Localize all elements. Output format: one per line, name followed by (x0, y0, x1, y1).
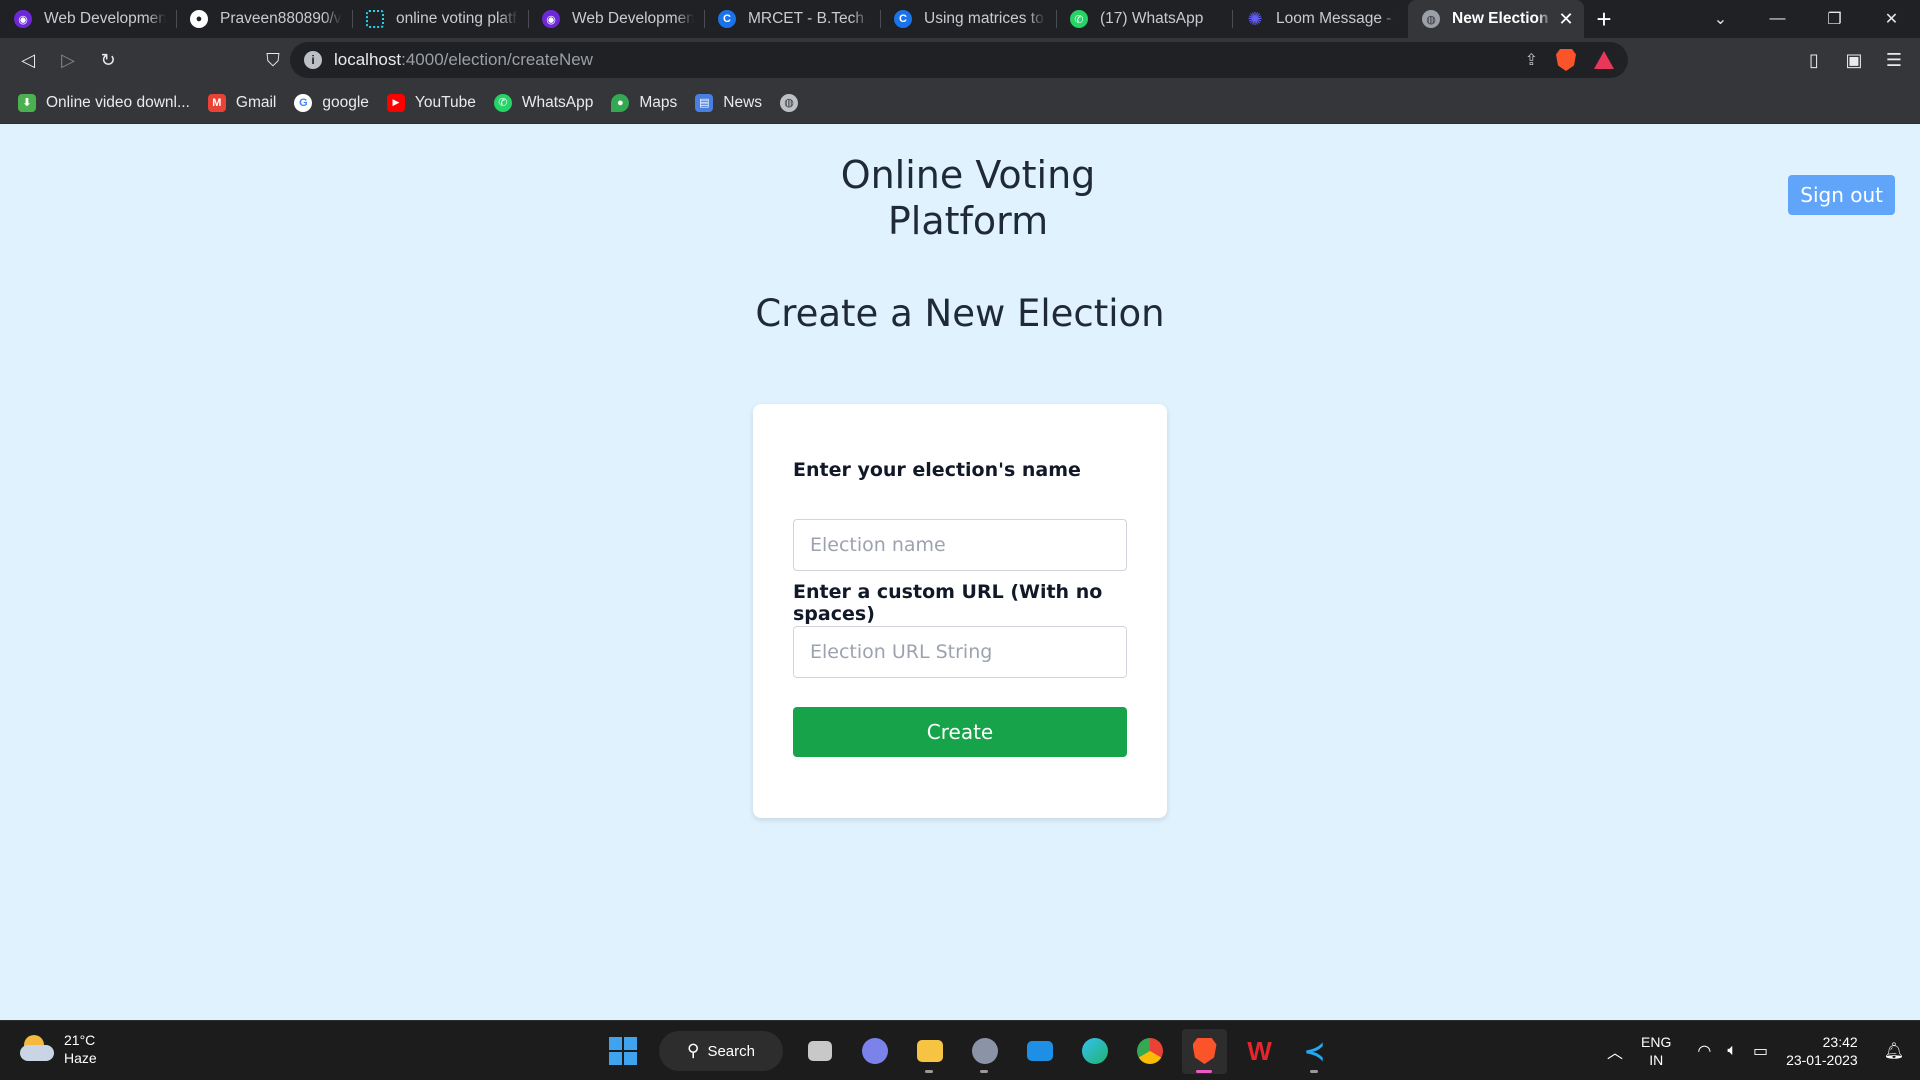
brave-browser-icon[interactable] (1182, 1028, 1227, 1074)
whatsapp-icon: ✆ (493, 93, 512, 112)
mail-icon[interactable] (1017, 1029, 1062, 1074)
vscode-icon[interactable]: ≺ (1292, 1029, 1337, 1074)
weather-condition: Haze (64, 1050, 97, 1066)
wallet-icon[interactable]: ▣ (1834, 38, 1874, 82)
page-content: Online Voting Platform Sign out Create a… (0, 124, 1920, 1020)
weather-haze-icon (20, 1035, 54, 1063)
news-icon: ▤ (695, 93, 714, 112)
bookmark-google[interactable]: Ggoogle (294, 93, 369, 112)
bookmark-gmail[interactable]: M Gmail (207, 93, 276, 112)
battery-icon[interactable]: ▭ (1753, 1041, 1768, 1061)
browser-tab[interactable]: ✺Loom Message - 23 (1232, 0, 1408, 38)
c-icon: C (718, 10, 736, 28)
start-button[interactable] (600, 1029, 645, 1074)
browser-tab[interactable]: online voting platfo (352, 0, 528, 38)
create-button[interactable]: Create (793, 707, 1127, 757)
bookmark-maps[interactable]: ● Maps (611, 93, 677, 112)
minimize-button[interactable]: — (1749, 0, 1806, 38)
reload-button[interactable]: ↻ (88, 38, 128, 82)
edge-browser-icon[interactable] (1072, 1029, 1117, 1074)
windows-taskbar: 21°C Haze ⚲ Search W ≺ ︿ ENG IN ◠ 🔈︎ ▭ 23… (0, 1020, 1920, 1080)
browser-tab[interactable]: ✆ (17) WhatsApp (1056, 0, 1232, 38)
browser-tab-active[interactable]: ◍ New Election ✕ (1408, 0, 1584, 38)
url-host: localhost (334, 50, 402, 69)
settings-gear-icon[interactable] (962, 1029, 1007, 1074)
taskbar-apps: ⚲ Search W ≺ (600, 1027, 1337, 1075)
wps-office-icon[interactable]: W (1237, 1029, 1282, 1074)
clock-time: 23:42 (1822, 1034, 1858, 1050)
new-tab-button[interactable]: + (1584, 0, 1624, 38)
chevron-up-icon[interactable]: ︿ (1607, 1039, 1623, 1063)
clock[interactable]: 23:42 23-01-2023 (1786, 1033, 1858, 1069)
browser-tab[interactable]: ◉ Web Development (528, 0, 704, 38)
tab-search-chevron-icon[interactable]: ⌄ (1692, 0, 1749, 38)
sign-out-button[interactable]: Sign out (1788, 175, 1895, 215)
clock-date: 23-01-2023 (1786, 1052, 1858, 1068)
gmail-icon: M (207, 93, 226, 112)
browser-tab[interactable]: CMRCET - B.Tech CSE (704, 0, 880, 38)
tab-list: ◉Web Development ●Praveen880890/voti onl… (0, 0, 1584, 38)
election-url-label: Enter a custom URL (With no spaces) (793, 581, 1103, 625)
browser-tab-strip: ◉Web Development ●Praveen880890/voti onl… (0, 0, 1920, 38)
bookmark-youtube[interactable]: ▶ YouTube (386, 93, 476, 112)
loom-icon: ✺ (1247, 8, 1263, 29)
maps-pin-icon: ● (611, 93, 630, 112)
back-button[interactable]: ◁ (8, 38, 48, 82)
url-path: :4000/election/createNew (401, 50, 593, 69)
c-icon: C (894, 10, 912, 28)
download-arrow-icon: ⬇ (18, 93, 36, 112)
menu-icon[interactable]: ☰ (1874, 38, 1914, 82)
browser-tab[interactable]: CUsing matrices to m (880, 0, 1056, 38)
wifi-icon[interactable]: ◠ (1697, 1041, 1711, 1061)
election-name-label: Enter your election's name (793, 459, 1081, 481)
create-election-form: Enter your election's name Enter a custo… (753, 404, 1167, 818)
brave-shields-icon[interactable] (1556, 49, 1576, 71)
address-bar[interactable]: i localhost:4000/election/createNew ⇪ (290, 42, 1628, 78)
weather-temperature: 21°C (64, 1032, 96, 1048)
taskbar-search[interactable]: ⚲ Search (659, 1031, 783, 1071)
bookmarks-bar: ⬇ Online video downl... M Gmail Ggoogle ▶ Y… (0, 82, 1920, 124)
close-tab-icon[interactable]: ✕ (1558, 9, 1574, 30)
task-view-icon[interactable] (797, 1029, 842, 1074)
bookmark-online-video[interactable]: ⬇ Online video downl... (18, 93, 190, 112)
bookmark-whatsapp[interactable]: ✆ WhatsApp (493, 93, 593, 112)
search-icon: ⚲ (687, 1041, 700, 1060)
close-window-button[interactable]: ✕ (1863, 0, 1920, 38)
bookmark-icon[interactable]: ⛉ (253, 38, 293, 82)
browser-tab[interactable]: ●Praveen880890/voti (176, 0, 352, 38)
restore-button[interactable]: ❐ (1806, 0, 1863, 38)
bookmark-news[interactable]: ▤ News (695, 93, 762, 112)
forward-button[interactable]: ▷ (48, 38, 88, 82)
teams-chat-icon[interactable] (852, 1029, 897, 1074)
system-tray: ︿ ENG IN ◠ 🔈︎ ▭ 23:42 23-01-2023 🔔︎ (1599, 1021, 1920, 1080)
chrome-icon[interactable] (1127, 1029, 1172, 1074)
file-explorer-icon[interactable] (907, 1029, 952, 1074)
site-info-icon[interactable]: i (304, 51, 322, 69)
codepen-icon: ◉ (14, 10, 32, 28)
replit-icon (366, 10, 384, 28)
election-name-input[interactable] (793, 519, 1127, 571)
bookmark-globe[interactable]: ◍ (780, 93, 799, 112)
page-heading: Create a New Election (755, 292, 1165, 335)
browser-toolbar: ◁ ▷ ↻ ⛉ i localhost:4000/election/create… (0, 38, 1920, 82)
google-icon: G (294, 93, 313, 112)
brave-rewards-icon[interactable] (1594, 51, 1614, 69)
globe-icon: ◍ (780, 93, 799, 112)
codepen-icon: ◉ (542, 10, 560, 28)
sidebar-icon[interactable]: ▯ (1794, 38, 1834, 82)
browser-tab[interactable]: ◉ Web Development (0, 0, 176, 38)
windows-logo-icon (608, 1037, 637, 1065)
whatsapp-icon: ✆ (1070, 10, 1088, 28)
share-icon[interactable]: ⇪ (1525, 50, 1538, 70)
globe-icon: ◍ (1422, 10, 1440, 28)
language-indicator[interactable]: ENG IN (1641, 1033, 1671, 1069)
github-icon: ● (190, 10, 208, 28)
election-url-input[interactable] (793, 626, 1127, 678)
notification-bell-icon[interactable]: 🔔︎ (1884, 1041, 1904, 1061)
volume-icon[interactable]: 🔈︎ (1727, 1042, 1737, 1060)
weather-widget[interactable]: 21°C Haze (20, 1031, 97, 1067)
youtube-icon: ▶ (386, 93, 405, 112)
site-title: Online Voting Platform (840, 153, 1096, 243)
